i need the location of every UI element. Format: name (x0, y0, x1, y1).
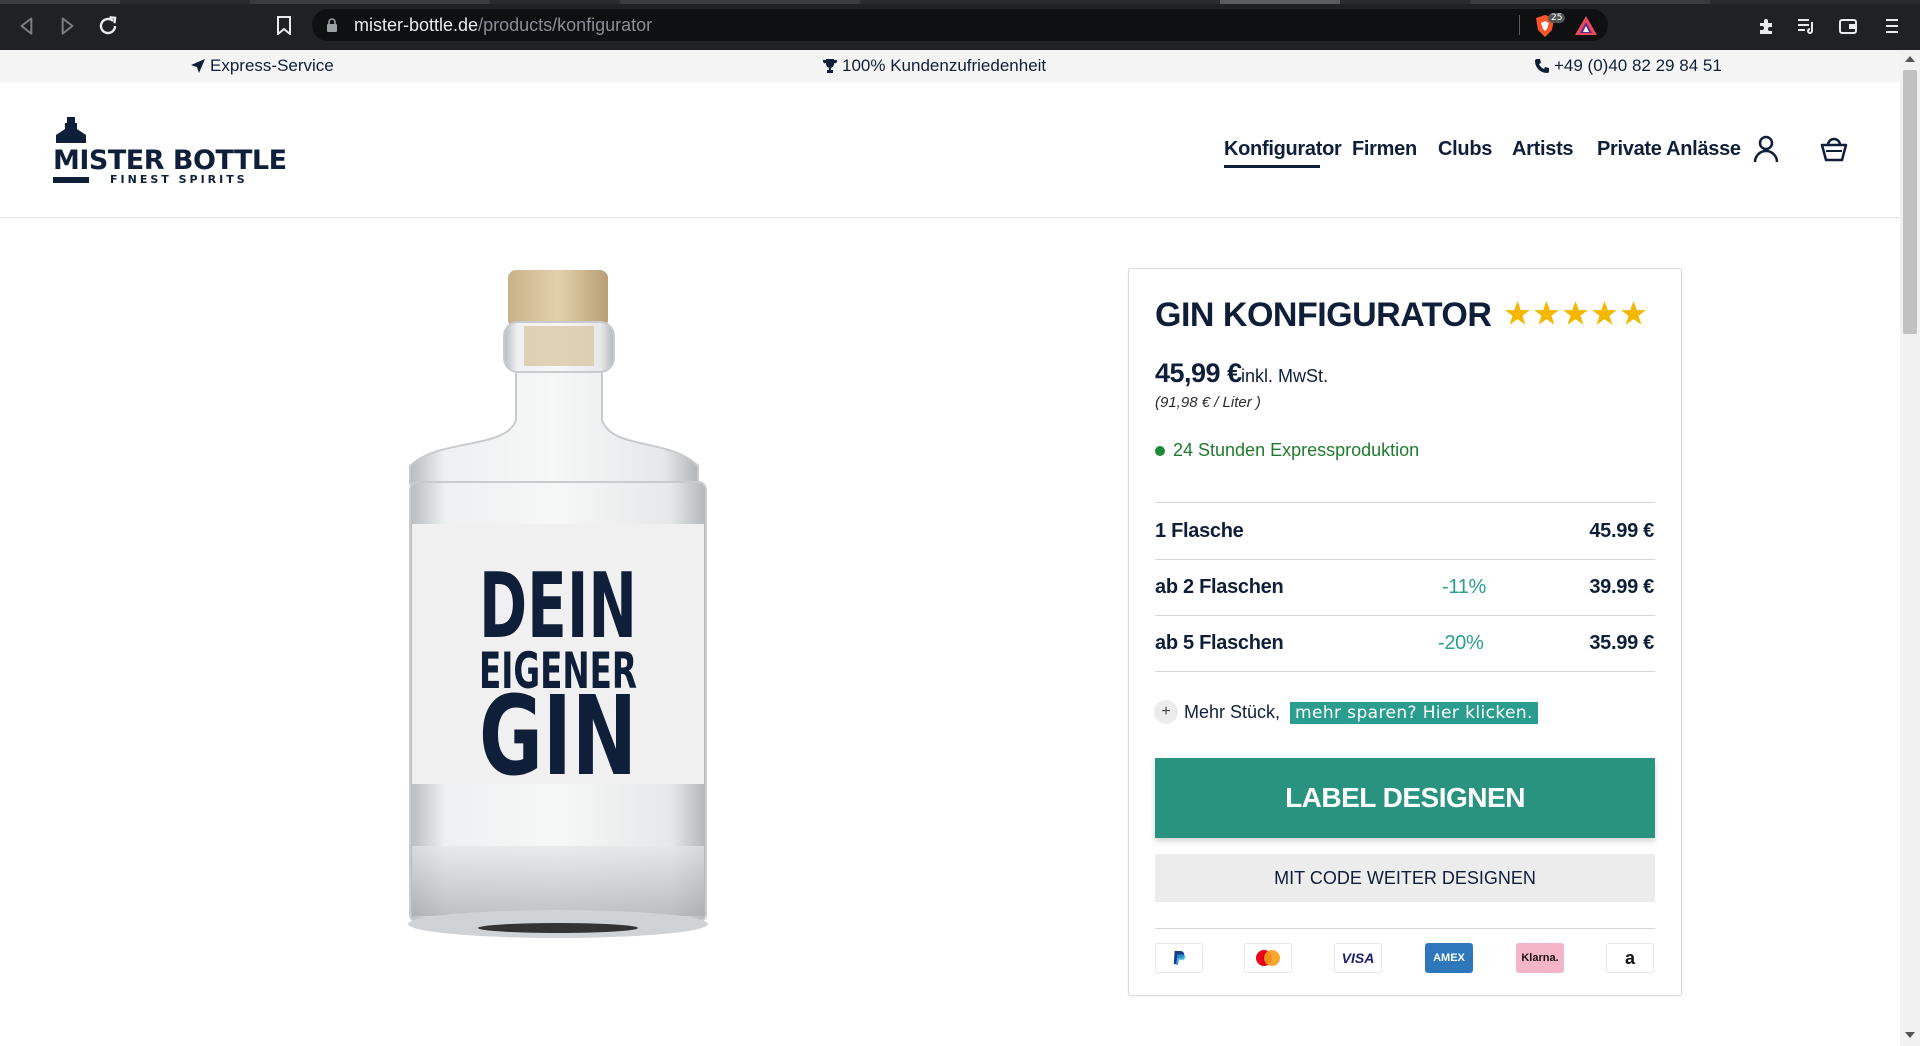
tier-divider (1155, 671, 1655, 672)
playlist-icon[interactable] (1796, 16, 1816, 36)
logo-bar (53, 177, 89, 183)
configurator-title: GIN KONFIGURATOR (1155, 296, 1492, 334)
forward-icon[interactable] (54, 13, 80, 39)
tier-qty-3: ab 5 Flaschen (1155, 632, 1284, 654)
paypal-icon (1155, 943, 1203, 973)
tier-price-1: 45.99 € (1589, 520, 1654, 542)
tier-qty-2: ab 2 Flaschen (1155, 576, 1284, 598)
more-quantity-text: Mehr Stück, (1184, 702, 1281, 722)
tier-discount-3: -20% (1438, 632, 1484, 654)
tier-price-3: 35.99 € (1589, 632, 1654, 654)
nav-clubs[interactable]: Clubs (1438, 138, 1492, 161)
info-express: Express-Service (190, 56, 334, 76)
logo[interactable]: MISTER BOTTLE FINEST SPIRITS (53, 117, 287, 189)
tier-qty-1: 1 Flasche (1155, 520, 1244, 542)
address-divider (1519, 15, 1520, 35)
extensions-icon[interactable] (1756, 16, 1776, 36)
visa-icon: VISA (1334, 943, 1382, 973)
tier-divider (1155, 502, 1655, 503)
trophy-icon (822, 59, 838, 73)
klarna-icon: Klarna. (1516, 943, 1564, 973)
bookmark-icon[interactable] (276, 16, 292, 37)
wallet-icon[interactable] (1838, 16, 1858, 36)
product-price: 45,99 € (1155, 358, 1242, 388)
nav-firmen[interactable]: Firmen (1352, 138, 1417, 161)
location-arrow-icon (191, 59, 205, 73)
amex-icon: AMEX (1425, 943, 1473, 973)
price-tax-note: inkl. MwSt. (1241, 366, 1329, 386)
star-icon (1621, 301, 1646, 325)
tier-divider (1155, 615, 1655, 616)
nav-artists[interactable]: Artists (1512, 138, 1574, 161)
nav-konfigurator[interactable]: Konfigurator (1224, 138, 1342, 161)
logo-subtitle: FINEST SPIRITS (110, 173, 248, 186)
menu-icon[interactable] (1882, 16, 1902, 36)
star-icon (1534, 301, 1559, 325)
label-line-3: GIN (479, 672, 637, 800)
tier-discount-2: -11% (1442, 576, 1487, 598)
url-text[interactable]: mister-bottle.de/products/konfigurator (354, 15, 652, 36)
phone-icon (1535, 59, 1549, 73)
account-icon[interactable] (1752, 134, 1780, 164)
logo-title: MISTER BOTTLE (53, 145, 287, 176)
nav-private-anlaesse[interactable]: Private Anlässe (1597, 138, 1741, 161)
price-per-liter: (91,98 € / Liter ) (1155, 394, 1261, 411)
star-icon (1592, 301, 1617, 325)
rating-stars (1504, 300, 1647, 327)
nav-active-underline (1224, 165, 1320, 168)
label-designen-button[interactable]: LABEL DESIGNEN (1155, 758, 1655, 838)
tier-price-2: 39.99 € (1589, 576, 1654, 598)
product-bottle-image: DEIN EIGENER GIN (408, 270, 708, 938)
scroll-up-icon[interactable] (1904, 54, 1916, 64)
tab-strip (0, 0, 1920, 4)
cart-icon[interactable] (1820, 134, 1848, 164)
info-satisfaction: 100% Kundenzufriedenheit (822, 56, 1046, 76)
brave-rewards-icon[interactable] (1574, 15, 1598, 36)
star-icon (1563, 301, 1588, 325)
scroll-down-icon[interactable] (1904, 1030, 1916, 1040)
status-dot-icon (1155, 445, 1165, 456)
back-icon[interactable] (14, 13, 40, 39)
reload-icon[interactable] (95, 13, 121, 39)
tier-divider (1155, 559, 1655, 560)
plus-icon[interactable]: + (1154, 700, 1178, 724)
scrollbar-thumb[interactable] (1903, 70, 1917, 334)
express-production: 24 Stunden Expressproduktion (1155, 440, 1419, 461)
info-phone[interactable]: +49 (0)40 82 29 84 51 (1534, 56, 1722, 76)
lock-icon (326, 18, 338, 33)
code-design-button[interactable]: MIT CODE WEITER DESIGNEN (1155, 854, 1655, 902)
shields-count-badge: 25 (1548, 13, 1566, 23)
amazon-pay-icon: a (1606, 943, 1654, 973)
mastercard-icon (1244, 943, 1292, 973)
payment-divider (1155, 928, 1655, 929)
star-icon (1505, 301, 1530, 325)
more-savings-link[interactable]: mehr sparen? Hier klicken. (1290, 702, 1538, 724)
